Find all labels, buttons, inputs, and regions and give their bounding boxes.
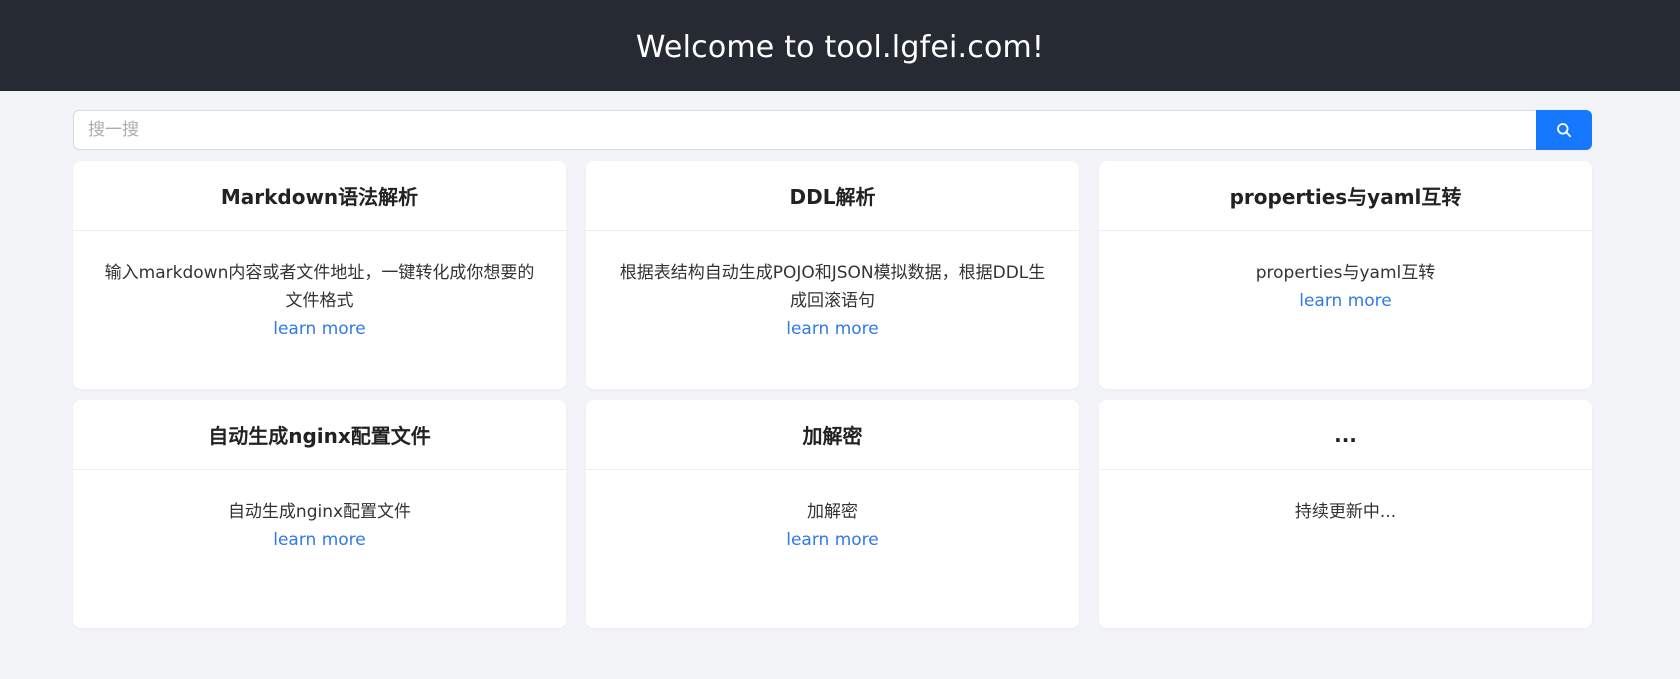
card-body: 自动生成nginx配置文件 learn more: [73, 470, 566, 554]
card-description: 根据表结构自动生成POJO和JSON模拟数据，根据DDL生成回滚语句: [619, 263, 1046, 311]
card-title: DDL解析: [586, 161, 1079, 231]
card-body: 输入markdown内容或者文件地址，一键转化成你想要的文件格式 learn m…: [73, 231, 566, 343]
tool-card-nginx: 自动生成nginx配置文件 自动生成nginx配置文件 learn more: [73, 400, 566, 628]
card-description: 输入markdown内容或者文件地址，一键转化成你想要的文件格式: [104, 263, 535, 311]
learn-more-link[interactable]: learn more: [273, 316, 366, 343]
card-body: 持续更新中...: [1099, 470, 1592, 526]
site-title: Welcome to tool.lgfei.com!: [635, 30, 1045, 65]
card-title: properties与yaml互转: [1099, 161, 1592, 231]
tool-card-grid: Markdown语法解析 输入markdown内容或者文件地址，一键转化成你想要…: [73, 161, 1592, 628]
card-body: properties与yaml互转 learn more: [1099, 231, 1592, 315]
tool-card-more: ... 持续更新中...: [1099, 400, 1592, 628]
card-description: properties与yaml互转: [1255, 263, 1436, 283]
card-body: 根据表结构自动生成POJO和JSON模拟数据，根据DDL生成回滚语句 learn…: [586, 231, 1079, 343]
card-title: Markdown语法解析: [73, 161, 566, 231]
main-container: Markdown语法解析 输入markdown内容或者文件地址，一键转化成你想要…: [73, 110, 1592, 628]
card-title: 自动生成nginx配置文件: [73, 400, 566, 470]
search-button[interactable]: [1536, 110, 1592, 150]
card-description: 加解密: [807, 502, 858, 522]
tool-card-markdown: Markdown语法解析 输入markdown内容或者文件地址，一键转化成你想要…: [73, 161, 566, 389]
search-bar: [73, 110, 1592, 150]
top-navbar: Welcome to tool.lgfei.com!: [0, 0, 1680, 91]
search-input[interactable]: [73, 110, 1536, 150]
tool-card-ddl: DDL解析 根据表结构自动生成POJO和JSON模拟数据，根据DDL生成回滚语句…: [586, 161, 1079, 389]
card-title: ...: [1099, 400, 1592, 470]
card-description: 持续更新中...: [1294, 502, 1397, 522]
card-description: 自动生成nginx配置文件: [227, 502, 412, 522]
learn-more-link[interactable]: learn more: [786, 527, 879, 554]
tool-card-properties-yaml: properties与yaml互转 properties与yaml互转 lear…: [1099, 161, 1592, 389]
search-icon: [1557, 123, 1572, 138]
card-title: 加解密: [586, 400, 1079, 470]
learn-more-link[interactable]: learn more: [273, 527, 366, 554]
learn-more-link[interactable]: learn more: [786, 316, 879, 343]
tool-card-crypto: 加解密 加解密 learn more: [586, 400, 1079, 628]
card-body: 加解密 learn more: [586, 470, 1079, 554]
learn-more-link[interactable]: learn more: [1299, 288, 1392, 315]
